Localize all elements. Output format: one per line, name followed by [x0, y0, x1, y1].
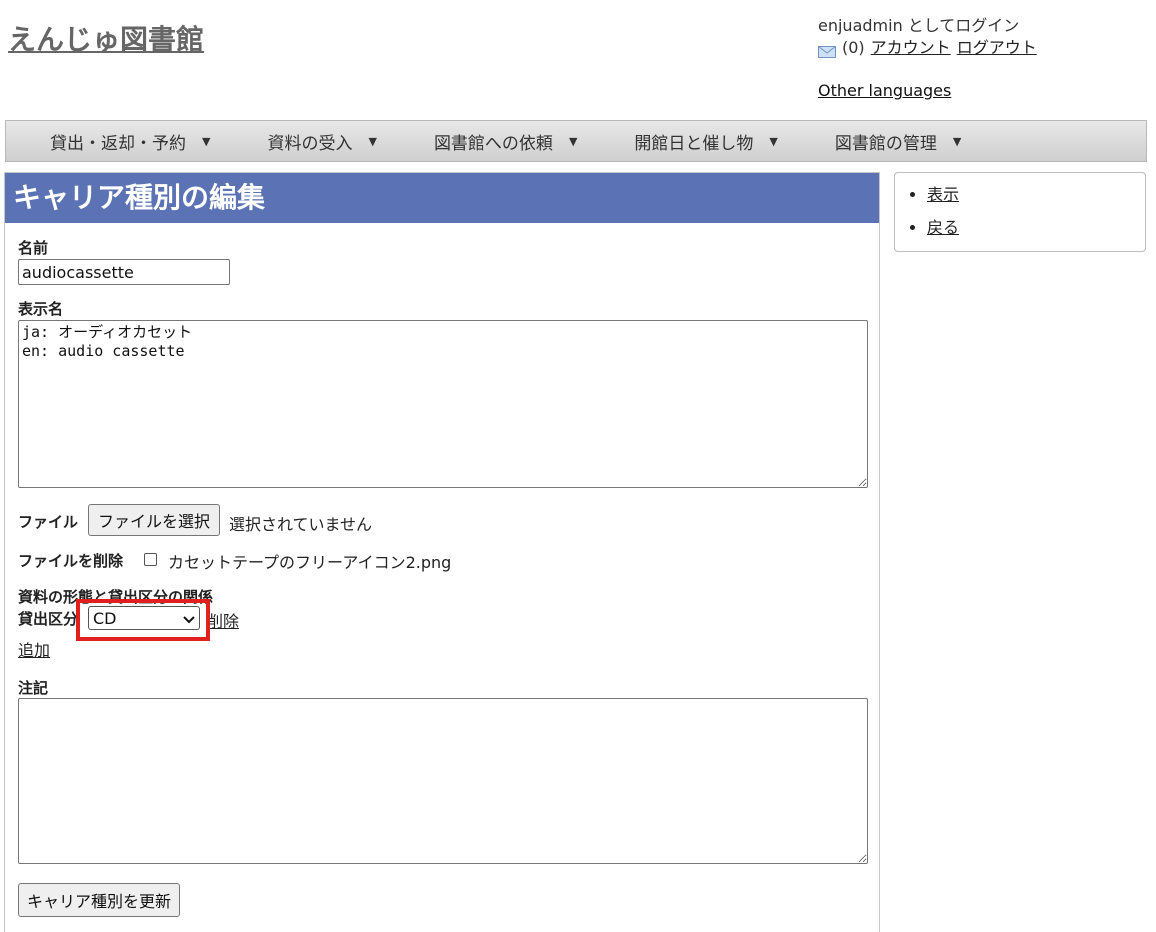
back-link[interactable]: 戻る: [927, 218, 959, 237]
nav-item-admin[interactable]: 図書館の管理 ▼: [835, 129, 961, 154]
main-nav: 貸出・返却・予約 ▼ 資料の受入 ▼ 図書館への依頼 ▼ 開館日と催し物 ▼ 図…: [5, 120, 1147, 162]
caret-down-icon: ▼: [769, 134, 778, 148]
checkout-type-select[interactable]: CD: [88, 606, 200, 630]
user-box: enjuadmin としてログイン (0) アカウント ログアウト: [818, 15, 1037, 59]
file-label: ファイル: [18, 513, 79, 531]
logout-link[interactable]: ログアウト: [957, 37, 1037, 59]
name-label: 名前: [18, 239, 49, 257]
nav-item-label: 開館日と催し物: [634, 133, 754, 154]
account-row: (0) アカウント ログアウト: [818, 37, 1037, 59]
choose-file-button[interactable]: ファイルを選択: [88, 504, 221, 536]
nav-item-events[interactable]: 開館日と催し物 ▼: [634, 129, 777, 154]
sidebar-links: 表示 戻る: [895, 173, 1145, 239]
delete-relation-link[interactable]: 削除: [207, 608, 239, 632]
message-count: (0): [842, 38, 865, 57]
login-text: enjuadmin としてログイン: [818, 16, 1020, 35]
add-relation-link[interactable]: 追加: [18, 637, 50, 661]
caret-down-icon: ▼: [202, 134, 211, 148]
display-name-textarea[interactable]: ja: オーディオカセット en: audio cassette: [18, 320, 868, 488]
account-link[interactable]: アカウント: [871, 37, 951, 59]
caret-down-icon: ▼: [568, 134, 578, 148]
site-title[interactable]: えんじゅ図書館: [8, 18, 204, 58]
file-status: 選択されていません: [229, 515, 373, 534]
mail-icon[interactable]: [818, 42, 836, 58]
delete-file-label: ファイルを削除: [18, 552, 124, 570]
nav-item-label: 貸出・返却・予約: [50, 133, 186, 154]
nav-item-label: 資料の受入: [267, 133, 353, 154]
caret-down-icon: ▼: [368, 134, 377, 148]
relation-heading: 資料の形態と貸出区分の関係: [18, 588, 214, 606]
delete-file-name: カセットテープのフリーアイコン2.png: [168, 553, 452, 572]
nav-item-label: 図書館への依頼: [433, 133, 553, 154]
chevron-down-icon: [183, 609, 195, 628]
note-textarea[interactable]: [18, 698, 868, 864]
main-content: キャリア種別の編集 名前 表示名 ja: オーディオカセット en: audio…: [4, 172, 880, 932]
display-name-label: 表示名: [18, 300, 64, 318]
name-input[interactable]: [18, 259, 230, 285]
nav-item-circulation[interactable]: 貸出・返却・予約 ▼: [50, 129, 210, 154]
login-status: enjuadmin としてログイン: [818, 15, 1037, 37]
show-link[interactable]: 表示: [927, 185, 959, 204]
sidebar-item-show: 表示: [927, 184, 1145, 206]
nav-item-label: 図書館の管理: [834, 133, 937, 154]
page-title: キャリア種別の編集: [5, 173, 879, 223]
checkout-type-label: 貸出区分: [18, 610, 79, 628]
nav-item-requests[interactable]: 図書館への依頼 ▼: [434, 129, 577, 154]
nav-item-acquisition[interactable]: 資料の受入 ▼: [267, 129, 376, 154]
other-languages-link[interactable]: Other languages: [818, 81, 951, 100]
sidebar: 表示 戻る: [894, 172, 1146, 252]
delete-file-checkbox[interactable]: [144, 553, 157, 566]
update-carrier-type-button[interactable]: キャリア種別を更新: [18, 883, 181, 917]
sidebar-item-back: 戻る: [927, 217, 1145, 239]
note-label: 注記: [18, 679, 49, 697]
checkout-type-selected: CD: [93, 608, 117, 628]
caret-down-icon: ▼: [952, 134, 962, 148]
